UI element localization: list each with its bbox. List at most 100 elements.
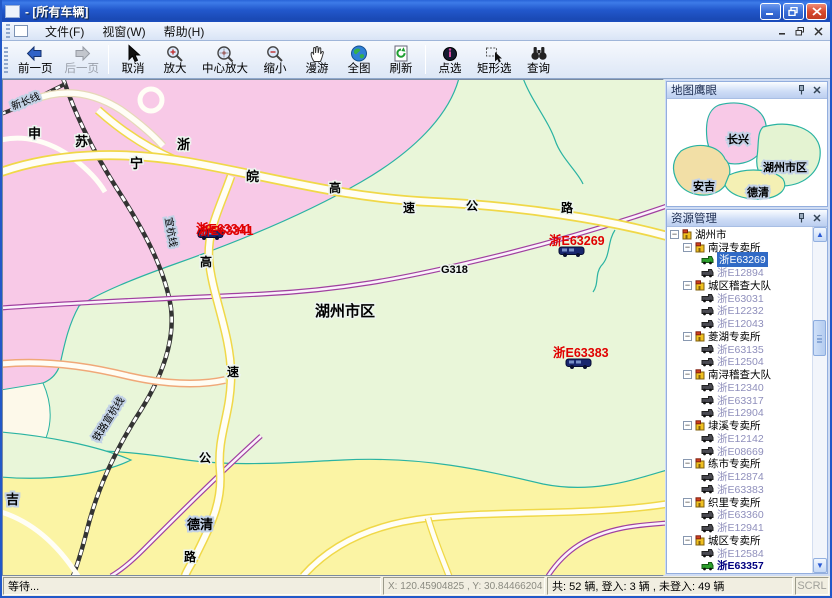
map-label: 苏 — [75, 134, 88, 149]
organization-icon — [682, 229, 692, 240]
toolbar-separator — [425, 45, 426, 74]
scroll-down-button[interactable]: ▼ — [813, 558, 827, 573]
scroll-track[interactable] — [813, 242, 827, 558]
close-button[interactable] — [806, 3, 827, 20]
overview-map[interactable]: 长兴湖州市区安吉德清 — [667, 99, 827, 206]
arrow-left-icon — [25, 44, 45, 63]
map-label: 高 — [200, 254, 212, 269]
tree-collapse-toggle[interactable]: − — [683, 421, 692, 430]
refresh-button[interactable]: 刷新 — [380, 42, 422, 77]
minimize-button[interactable] — [760, 3, 781, 20]
minimize-icon — [765, 7, 776, 16]
scroll-up-button[interactable]: ▲ — [813, 227, 827, 242]
scroll-thumb[interactable] — [813, 320, 826, 356]
vehicle-icon — [701, 306, 714, 316]
pan-hand-icon — [307, 44, 327, 63]
zoom-out-label: 缩小 — [264, 63, 287, 76]
overview-region-label: 湖州市区 — [763, 160, 807, 174]
mdi-close-button[interactable] — [810, 24, 826, 38]
menu-drag-handle[interactable] — [6, 24, 10, 38]
map-label: 速 — [403, 200, 415, 215]
overview-region-label: 德清 — [746, 185, 769, 199]
map-label: 德清 — [187, 517, 213, 532]
map-label: 皖 — [246, 169, 259, 184]
full-map-button[interactable]: 全图 — [338, 42, 380, 77]
tree-collapse-toggle[interactable]: − — [683, 536, 692, 545]
tree-vehicle-item[interactable]: 浙E02387 — [667, 572, 812, 573]
point-select-label: 点选 — [439, 63, 462, 76]
vehicle-plate-label: 浙E63269 — [549, 233, 605, 248]
app-icon — [5, 5, 20, 18]
map-canvas[interactable]: 申苏宁浙皖高速公路高速公路G318湖州市区德清吉宣杭线铁路宣杭线新长线 浙E63… — [2, 79, 664, 576]
tree-collapse-toggle[interactable]: − — [670, 230, 679, 239]
resource-panel-title: 资源管理 — [671, 210, 793, 226]
menu-item-2[interactable]: 帮助(H) — [155, 23, 214, 41]
pin-button[interactable] — [795, 84, 808, 96]
map-label: 公 — [466, 199, 478, 213]
zoom-center-button[interactable]: 中心放大 — [196, 42, 254, 77]
tree-collapse-toggle[interactable]: − — [683, 370, 692, 379]
prev-page-button[interactable]: 前一页 — [12, 42, 59, 77]
toolbar-separator — [108, 45, 109, 74]
tree-collapse-toggle[interactable]: − — [683, 498, 692, 507]
status-bar: 等待... X: 120.45904825 , Y: 30.84466204 共… — [2, 576, 830, 596]
mdi-restore-button[interactable] — [792, 24, 808, 38]
close-icon — [812, 7, 822, 16]
tree-collapse-toggle[interactable]: − — [683, 332, 692, 341]
mdi-minimize-button[interactable] — [774, 24, 790, 38]
rect-select-button[interactable]: 矩形选 — [471, 42, 518, 77]
status-coordinates: X: 120.45904825 , Y: 30.84466204 — [383, 577, 545, 595]
vehicle-icon — [701, 319, 714, 329]
vehicle-icon — [701, 510, 714, 520]
cancel-label: 取消 — [122, 63, 145, 76]
window-title: - [所有车辆] — [25, 3, 758, 20]
zoom-center-icon — [215, 44, 235, 63]
pan-button[interactable]: 漫游 — [296, 42, 338, 77]
vehicle-icon — [701, 293, 714, 303]
organization-icon — [695, 420, 705, 431]
vehicle-icon — [701, 561, 714, 571]
map-label: 申 — [28, 126, 41, 141]
vehicle-icon — [701, 446, 714, 456]
pin-icon — [797, 85, 806, 95]
vehicle-icon — [701, 268, 714, 278]
mdi-document-icon[interactable] — [14, 25, 28, 37]
tree-collapse-toggle[interactable]: − — [683, 459, 692, 468]
menu-item-0[interactable]: 文件(F) — [36, 23, 93, 41]
map-label: 宁 — [130, 156, 143, 171]
status-scroll-lock: SCRL — [795, 577, 829, 595]
pin-icon — [797, 213, 806, 223]
search-binoculars-icon — [529, 44, 549, 63]
cancel-button[interactable]: 取消 — [112, 42, 154, 77]
zoom-in-button[interactable]: 放大 — [154, 42, 196, 77]
overview-close-button[interactable] — [810, 84, 823, 96]
query-button[interactable]: 查询 — [518, 42, 560, 77]
resource-panel: 资源管理 −湖州市−南浔专卖所浙E63269浙E12894−城区稽查大队浙E63… — [666, 209, 828, 574]
overview-panel: 地图鹰眼 — [666, 81, 828, 207]
toolbar-drag-handle[interactable] — [4, 47, 8, 73]
vehicle-icon — [701, 523, 714, 533]
map-label: 路 — [184, 549, 197, 564]
refresh-icon — [391, 44, 411, 63]
menu-item-1[interactable]: 视窗(W) — [93, 23, 154, 41]
tree-item-label: 浙E02387 — [717, 571, 764, 573]
tree-scrollbar[interactable]: ▲ ▼ — [812, 227, 827, 573]
refresh-label: 刷新 — [390, 63, 413, 76]
vehicle-marker[interactable]: 浙E63341浙E63341 — [196, 221, 254, 240]
query-label: 查询 — [527, 63, 550, 76]
zoom-out-button[interactable]: 缩小 — [254, 42, 296, 77]
pin-button[interactable] — [795, 212, 808, 224]
map-label: 吉 — [6, 492, 19, 507]
organization-icon — [695, 497, 705, 508]
vehicle-icon — [701, 382, 714, 392]
point-select-button[interactable]: 点选 — [429, 42, 471, 77]
zoom-out-icon — [265, 44, 285, 63]
restore-button[interactable] — [783, 3, 804, 20]
resource-close-button[interactable] — [810, 212, 823, 224]
tree-collapse-toggle[interactable]: − — [683, 243, 692, 252]
cursor-icon — [123, 44, 143, 63]
vehicle-icon — [701, 548, 714, 558]
application-window: - [所有车辆] 文件(F)视窗(W)帮助(H) — [0, 0, 832, 598]
organization-icon — [695, 280, 705, 291]
tree-collapse-toggle[interactable]: − — [683, 281, 692, 290]
